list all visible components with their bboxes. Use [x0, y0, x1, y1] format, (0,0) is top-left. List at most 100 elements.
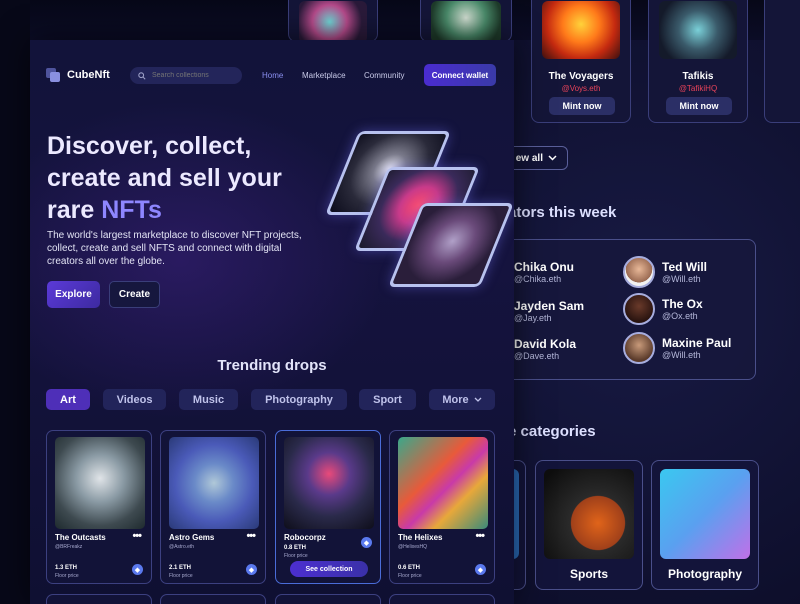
nft-image — [542, 1, 620, 59]
view-all-label: ew all — [515, 152, 543, 164]
categories-heading: e categories — [508, 423, 596, 440]
tab-more[interactable]: More — [429, 389, 495, 410]
mint-card[interactable]: The Voyagers @Voys.eth Mint now — [531, 0, 631, 123]
tab-music[interactable]: Music — [179, 389, 238, 410]
tab-videos[interactable]: Videos — [103, 389, 166, 410]
main-page: CubeNft Home Marketplace Community Conne… — [30, 40, 514, 604]
creator-name: Jayden Sam — [514, 299, 585, 313]
nft-card[interactable]: The Outcasts @BRFreakz ••• 1.3 ETH Floor… — [46, 430, 152, 584]
hero-subtitle: The world's largest marketplace to disco… — [47, 230, 302, 267]
ethereum-icon: ◆ — [361, 537, 372, 548]
avatar — [623, 293, 655, 325]
connect-wallet-button[interactable]: Connect wallet — [424, 64, 496, 86]
nav-marketplace[interactable]: Marketplace — [302, 71, 346, 80]
partial-card[interactable] — [288, 0, 378, 43]
creator-handle: @Dave.eth — [514, 351, 560, 361]
nft-card[interactable]: The Helixes @HelixesHQ ••• 0.6 ETH Floor… — [389, 430, 495, 584]
nft-card-floor: Floor price — [284, 553, 308, 559]
see-collection-button[interactable]: See collection — [290, 561, 368, 577]
creator-item[interactable]: David Kola @Dave.eth — [514, 337, 576, 361]
creator-handle: @Jay.eth — [514, 313, 552, 323]
tab-photography[interactable]: Photography — [251, 389, 347, 410]
hero-line-3: rare — [47, 196, 102, 224]
nft-card-handle: @BRFreakz — [55, 544, 83, 550]
tab-more-label: More — [442, 393, 469, 406]
category-label: Sports — [569, 567, 608, 581]
tab-art[interactable]: Art — [46, 389, 90, 410]
nft-card-handle: @Astro.eth — [169, 544, 195, 550]
nft-card-partial[interactable] — [389, 594, 495, 604]
creators-heading: ators this week — [508, 204, 617, 221]
nft-card[interactable]: Astro Gems @Astro.eth ••• 2.1 ETH Floor … — [160, 430, 266, 584]
nft-card-name: Astro Gems — [169, 533, 215, 542]
search-icon — [138, 71, 146, 80]
chevron-down-icon — [474, 397, 482, 402]
ethereum-icon: ◆ — [132, 564, 143, 575]
nft-image — [431, 1, 501, 43]
cube-logo-icon — [46, 68, 60, 82]
nft-card-name: The Helixes — [398, 533, 443, 542]
search-input[interactable] — [152, 72, 232, 79]
creator-name: Ted Will — [662, 260, 707, 274]
more-dots-icon[interactable]: ••• — [246, 530, 256, 542]
hero-heading: Discover, collect, create and sell your … — [47, 130, 327, 226]
mint-card[interactable]: Tafikis @TafikiHQ Mint now — [648, 0, 748, 123]
logo-text: CubeNft — [67, 69, 110, 81]
ethereum-icon: ◆ — [475, 564, 486, 575]
nft-card-partial[interactable] — [160, 594, 266, 604]
nft-card-name: Robocorpz — [284, 533, 326, 542]
chevron-down-icon — [548, 155, 557, 161]
nft-card-floor: Floor price — [398, 573, 422, 579]
mint-now-button[interactable]: Mint now — [666, 97, 732, 115]
nft-card-floor: Floor price — [169, 573, 193, 579]
creator-item[interactable]: Jayden Sam @Jay.eth — [514, 299, 584, 323]
nft-image — [659, 1, 737, 59]
nft-card-partial[interactable] — [275, 594, 381, 604]
explore-button[interactable]: Explore — [47, 281, 100, 308]
creators-panel: Chika Onu @Chika.eth Ted Will @Will.eth … — [500, 239, 756, 380]
avatar — [623, 332, 655, 364]
creator-item[interactable]: Maxine Paul @Will.eth — [623, 332, 731, 364]
category-card-photography[interactable]: Photography — [651, 460, 759, 590]
tab-sport[interactable]: Sport — [359, 389, 416, 410]
nft-card-selected[interactable]: Robocorpz 0.8 ETH Floor price ◆ See coll… — [275, 430, 381, 584]
creator-handle: @Will.eth — [662, 274, 701, 284]
mint-card-handle: @Voys.eth — [561, 84, 601, 93]
creator-item[interactable]: The Ox @Ox.eth — [623, 293, 703, 325]
mint-now-button[interactable]: Mint now — [549, 97, 615, 115]
logo[interactable]: CubeNft — [46, 68, 110, 82]
category-label: Photography — [668, 567, 742, 581]
avatar — [623, 256, 655, 288]
mint-card-title: Tafikis — [682, 71, 714, 82]
hero-line-1: Discover, collect, — [47, 132, 252, 160]
category-image — [544, 469, 634, 559]
search-bar[interactable] — [130, 67, 242, 84]
nft-card-handle: @HelixesHQ — [398, 544, 427, 550]
trending-heading: Trending drops — [217, 357, 327, 374]
nft-card-price: 0.8 ETH — [284, 545, 307, 551]
category-card-sports[interactable]: Sports — [535, 460, 643, 590]
nft-card-price: 2.1 ETH — [169, 565, 192, 571]
creator-handle: @Ox.eth — [662, 311, 698, 321]
nft-card-price: 0.6 ETH — [398, 565, 421, 571]
creator-name: David Kola — [514, 337, 577, 351]
nft-image — [398, 437, 488, 529]
hero-highlight: NFTs — [101, 196, 162, 224]
nft-card-price: 1.3 ETH — [55, 565, 78, 571]
create-button[interactable]: Create — [109, 281, 160, 308]
ethereum-icon: ◆ — [246, 564, 257, 575]
more-dots-icon[interactable]: ••• — [132, 530, 142, 542]
creator-item[interactable]: Ted Will @Will.eth — [623, 256, 707, 288]
nft-image — [284, 437, 374, 529]
partial-card[interactable] — [420, 0, 512, 43]
more-dots-icon[interactable]: ••• — [475, 530, 485, 542]
nft-image — [299, 1, 367, 43]
creator-name: Maxine Paul — [662, 336, 732, 350]
partial-card[interactable] — [764, 0, 800, 123]
nav-home[interactable]: Home — [262, 71, 283, 80]
creator-item[interactable]: Chika Onu @Chika.eth — [514, 260, 574, 284]
nft-card-partial[interactable] — [46, 594, 152, 604]
creator-name: Chika Onu — [514, 260, 575, 274]
left-edge — [0, 0, 30, 604]
nav-community[interactable]: Community — [364, 71, 404, 80]
